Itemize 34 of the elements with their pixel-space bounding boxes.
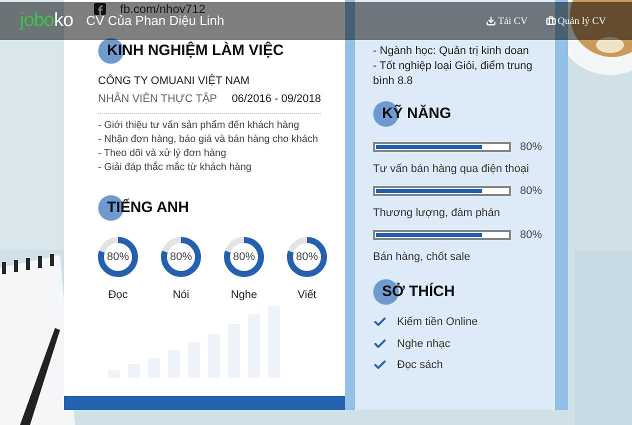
percent-reading: 80%	[294, 250, 320, 265]
skill-reading: 80%	[520, 140, 542, 155]
download-icon	[486, 16, 496, 26]
education-text: - Ngành học: Quản trị kinh doan	[373, 44, 530, 59]
logo[interactable]: joboko	[20, 6, 74, 36]
skill-reading: 80%	[520, 228, 542, 243]
hobby-text: Kiếm tiền Online	[397, 315, 478, 330]
job-title: NHÂN VIÊN THỰC TẬP	[98, 91, 218, 106]
company-name: CÔNG TY OMUANI VIỆT NAM	[98, 73, 251, 89]
language-skill-label: Đọc	[108, 288, 128, 303]
facebook-icon	[94, 2, 106, 14]
language-skill-label: Nói	[172, 288, 190, 303]
page-title: CV Của Phan Diệu Linh	[86, 13, 224, 30]
percent-reading: 80%	[106, 250, 130, 265]
percent-reading: 80%	[168, 250, 194, 265]
language-skill-label: Viết	[298, 288, 316, 303]
duty-text: - Giải đáp thắc mắc từ khách hàng	[98, 161, 252, 175]
hobby-text: Đọc sách	[397, 358, 443, 373]
skill-label: Bán hàng, chốt sale	[373, 250, 472, 264]
skill-reading: 80%	[520, 184, 542, 199]
duty-text: - Giới thiệu tư vấn sản phẩm đến khách hàng	[98, 119, 300, 133]
education-text: - Tốt nghiệp loại Giỏi, điểm trung bình 8.8	[373, 59, 534, 89]
language-skill-label: Nghe	[230, 288, 258, 303]
check-icon	[373, 336, 387, 351]
hobby-text: Nghe nhạc	[397, 336, 450, 352]
work-period: 06/2016 - 09/2018	[232, 92, 321, 106]
header-action-button[interactable]: Quản lý CV	[546, 14, 606, 28]
header-action-button[interactable]: Tải CV	[486, 14, 528, 28]
briefcase-icon	[546, 16, 556, 26]
skill-label: Tư vấn bán hàng qua điện thoại	[373, 162, 530, 176]
skill-label: Thương lượng, đàm phán	[373, 206, 501, 220]
percent-reading: 80%	[232, 250, 256, 265]
duty-text: - Nhận đơn hàng, báo giá và bán hàng cho khách	[98, 133, 318, 147]
duty-text: - Theo dõi và xử lý đơn hàng	[98, 147, 226, 161]
